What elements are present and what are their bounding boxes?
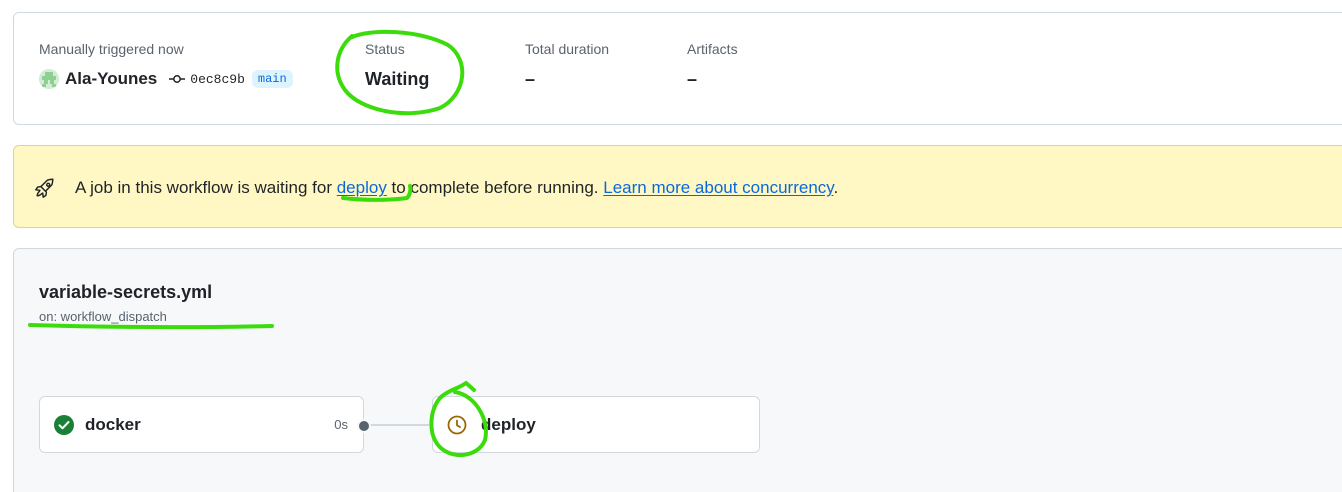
job-deploy[interactable]: deploy xyxy=(432,396,760,453)
artifacts-value: – xyxy=(687,69,698,89)
artifacts-label: Artifacts xyxy=(687,41,738,57)
actor-name[interactable]: Ala-Younes xyxy=(65,69,157,89)
banner-text-end: . xyxy=(833,178,839,197)
git-commit-icon xyxy=(169,71,186,87)
status-info: Status Waiting xyxy=(365,41,429,90)
duration-value: – xyxy=(525,69,536,89)
duration-info: Total duration – xyxy=(525,41,609,90)
job-duration: 0s xyxy=(334,417,348,432)
workflow-trigger: on: workflow_dispatch xyxy=(39,309,167,324)
workflow-file-name: variable-secrets.yml xyxy=(39,282,213,302)
job-name: docker xyxy=(85,415,141,434)
commit-sha[interactable]: 0ec8c9b xyxy=(190,72,245,87)
branch-label[interactable]: main xyxy=(251,70,293,88)
status-label: Status xyxy=(365,41,405,57)
avatar[interactable] xyxy=(39,69,59,89)
status-value: Waiting xyxy=(365,69,430,89)
job-docker[interactable]: docker 0s xyxy=(39,396,364,453)
concurrency-banner: A job in this workflow is waiting for de… xyxy=(13,145,1342,228)
banner-message: A job in this workflow is waiting for de… xyxy=(75,178,838,198)
artifacts-info: Artifacts – xyxy=(687,41,738,90)
trigger-info: Manually triggered now Ala-Younes 0ec8c9… xyxy=(39,41,293,90)
workflow-graph: variable-secrets.yml on: workflow_dispat… xyxy=(13,248,1342,492)
banner-text-middle: to complete before running. xyxy=(386,178,604,197)
deploy-job-link[interactable]: deploy xyxy=(337,178,387,197)
clock-icon xyxy=(447,415,467,440)
connector-dot xyxy=(357,419,371,433)
job-name: deploy xyxy=(481,415,536,434)
rocket-icon xyxy=(34,177,56,204)
trigger-label: Manually triggered now xyxy=(39,41,184,57)
duration-label: Total duration xyxy=(525,41,610,57)
job-connector xyxy=(364,424,436,426)
check-circle-icon xyxy=(54,415,74,440)
run-summary: Manually triggered now Ala-Younes 0ec8c9… xyxy=(13,12,1342,125)
concurrency-docs-link[interactable]: Learn more about concurrency xyxy=(603,178,833,197)
banner-text-start: A job in this workflow is waiting for xyxy=(75,178,337,197)
